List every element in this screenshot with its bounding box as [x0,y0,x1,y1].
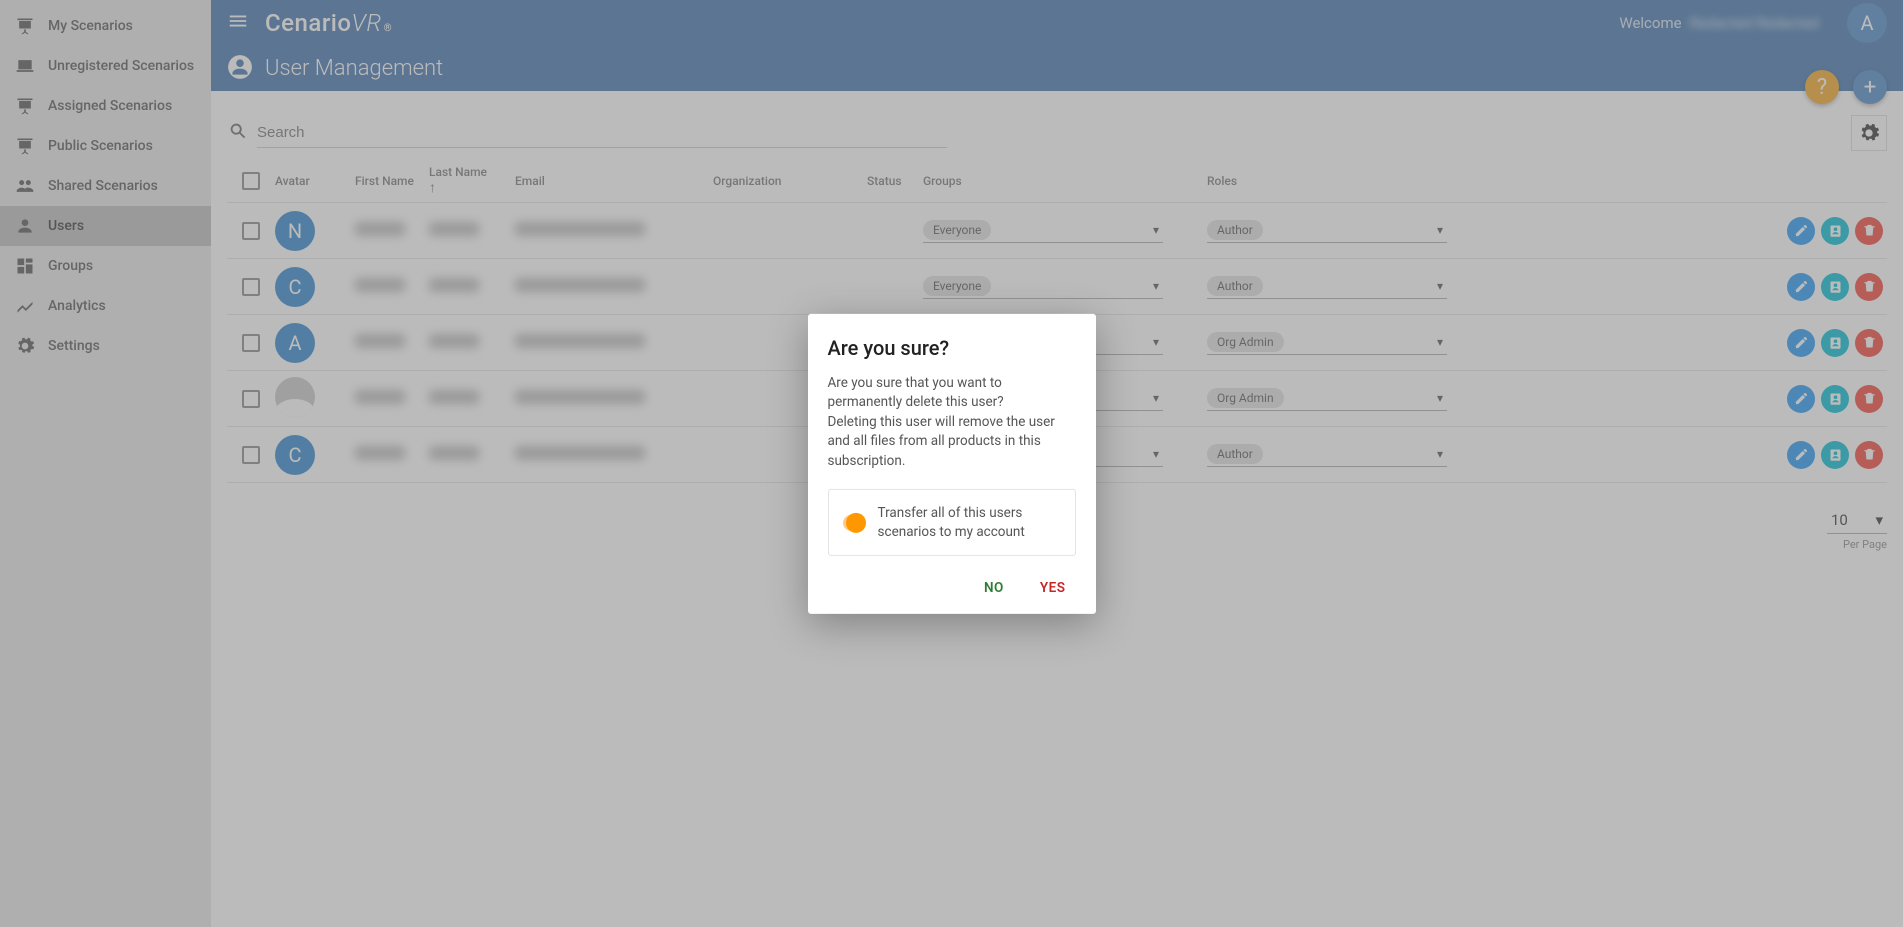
dialog-line1: Are you sure that you want to permanentl… [828,374,1004,410]
dialog-yes-button[interactable]: YES [1036,574,1070,602]
transfer-card: Transfer all of this users scenarios to … [828,489,1076,555]
dialog-line2: Deleting this user will remove the user … [828,414,1055,469]
dialog-no-button[interactable]: NO [980,574,1008,602]
transfer-switch-label: Transfer all of this users scenarios to … [878,504,1061,540]
dialog-body: Are you sure that you want to permanentl… [828,373,1076,471]
dialog-title: Are you sure? [828,335,1076,359]
confirm-dialog: Are you sure? Are you sure that you want… [808,313,1096,613]
transfer-switch[interactable] [843,514,864,530]
